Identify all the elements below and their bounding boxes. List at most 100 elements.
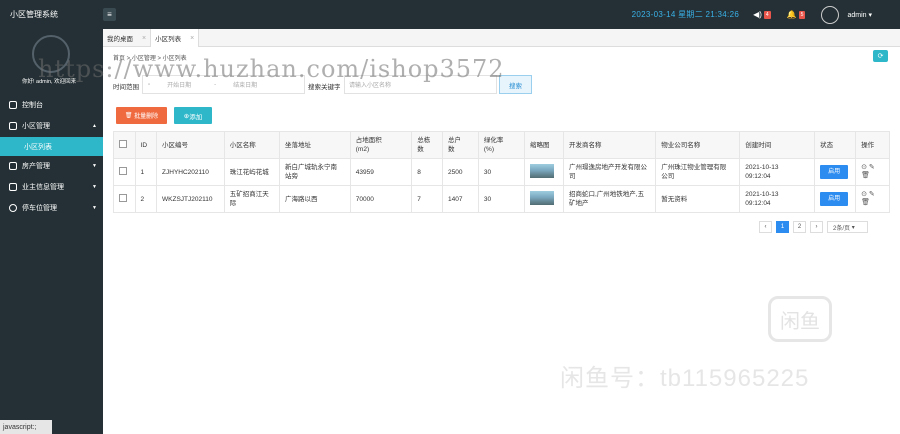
- delete-icon[interactable]: 🗑: [861, 172, 870, 179]
- cell-id: 1: [134, 158, 158, 186]
- cell-name: 五矿招商江天 际: [223, 185, 281, 213]
- sidebar-item-label: 小区管理: [22, 122, 50, 130]
- sidebar: 你好! admin, 欢迎回来 控制台 小区管理 ▲ 小区列表 房产管理 ▼ 业…: [0, 29, 103, 434]
- app-title: 小区管理系统: [10, 10, 58, 19]
- page-button-1[interactable]: 1: [776, 221, 789, 233]
- sidebar-item-label: 控制台: [22, 101, 43, 109]
- status-button[interactable]: 启用: [820, 165, 849, 179]
- page-button-2[interactable]: 2: [793, 221, 806, 233]
- next-page-button[interactable]: ›: [810, 221, 823, 233]
- prev-page-button[interactable]: ‹: [759, 221, 772, 233]
- cell-actions: ⊙ ✎ 🗑: [855, 158, 890, 186]
- thumbnail-image[interactable]: [530, 190, 554, 205]
- sidebar-item-label: 业主信息管理: [22, 183, 64, 191]
- sidebar-item-label: 小区列表: [24, 143, 52, 151]
- col-header: 小区编号: [156, 131, 225, 159]
- sidebar-item-community-list[interactable]: 小区列表: [0, 137, 103, 156]
- cell-developer: 广州璟逸房地产开发有限公司: [562, 158, 657, 186]
- cell-status: 启用: [814, 158, 857, 186]
- view-icon[interactable]: ⊙: [861, 191, 867, 198]
- home-icon: [9, 100, 17, 109]
- col-header: ID: [134, 131, 158, 159]
- pagination: ‹ 1 2 › 2条/页 ▾: [759, 221, 868, 233]
- sidebar-item-dashboard[interactable]: 控制台: [0, 94, 103, 115]
- add-button[interactable]: ⊕ 添加: [174, 107, 212, 124]
- col-header: 创建时间: [739, 131, 816, 159]
- refresh-icon: ⟳: [877, 53, 884, 60]
- cell-buildings: 8: [411, 158, 443, 186]
- cell-developer: 招商蛇口,广州地铁地产,五 矿地产: [562, 185, 657, 213]
- col-header: 操作: [855, 131, 890, 159]
- chevron-down-icon: ▼: [92, 183, 97, 190]
- cell-id: 2: [134, 185, 158, 213]
- close-icon[interactable]: ×: [142, 35, 146, 42]
- bell-button[interactable]: 🔔 5: [787, 10, 806, 19]
- table-header-row: ID 小区编号 小区名称 坐落地址 占地面积 (m2) 总栋 数 总户 数 绿化…: [113, 131, 890, 159]
- cell-area: 70000: [349, 185, 413, 213]
- cell-status: 启用: [814, 185, 857, 213]
- col-header: 占地面积 (m2): [349, 131, 413, 159]
- batch-delete-label: 批量删除: [134, 114, 159, 120]
- sidebar-item-property[interactable]: 房产管理 ▼: [0, 155, 103, 176]
- row-checkbox[interactable]: [119, 193, 127, 202]
- chevron-down-icon: ▼: [92, 204, 97, 211]
- menu-toggle-icon[interactable]: ≡: [103, 8, 116, 21]
- text-watermark: 闲鱼号：tb115965225: [560, 365, 810, 392]
- url-watermark: https://www.huzhan.com/ishop3572: [38, 55, 505, 83]
- tab-community-list[interactable]: 小区列表 ×: [151, 29, 200, 47]
- col-header: 总栋 数: [411, 131, 443, 159]
- col-header: 坐落地址: [279, 131, 351, 159]
- table-row: 1 ZJHYHC202110 珠江花屿花城 新白广城轨永宁南 站旁 43959 …: [113, 158, 890, 186]
- community-table: ID 小区编号 小区名称 坐落地址 占地面积 (m2) 总栋 数 总户 数 绿化…: [113, 131, 890, 213]
- cell-households: 1407: [442, 185, 479, 213]
- chevron-up-icon: ▲: [92, 122, 97, 129]
- cell-property: 广州珠江物业管理有限 公司: [655, 158, 741, 186]
- chevron-down-icon: ▾: [851, 224, 855, 231]
- edit-icon[interactable]: ✎: [869, 191, 875, 198]
- cell-thumbnail: [524, 158, 564, 186]
- tab-label: 我的桌面: [107, 36, 133, 43]
- thumbnail-image[interactable]: [530, 163, 554, 178]
- avatar[interactable]: [821, 5, 840, 24]
- close-icon[interactable]: ×: [190, 35, 194, 42]
- sidebar-item-owners[interactable]: 业主信息管理 ▼: [0, 176, 103, 197]
- refresh-button[interactable]: ⟳: [873, 50, 888, 62]
- folder-icon: [9, 121, 17, 130]
- view-icon[interactable]: ⊙: [861, 164, 867, 171]
- top-bar: 小区管理系统 ≡ 2023-03-14 星期二 21:34:26 ◀) 4 🔔 …: [0, 0, 900, 29]
- edit-icon[interactable]: ✎: [869, 164, 875, 171]
- sidebar-item-label: 停车位管理: [22, 204, 57, 212]
- page-size-select[interactable]: 2条/页 ▾: [827, 221, 868, 233]
- col-header: 小区名称: [223, 131, 281, 159]
- user-menu[interactable]: admin ▾: [847, 11, 872, 19]
- batch-delete-button[interactable]: 🗑 批量删除: [116, 107, 167, 124]
- user-icon: [9, 182, 17, 191]
- sidebar-item-community[interactable]: 小区管理 ▲: [0, 115, 103, 136]
- tab-desktop[interactable]: 我的桌面 ×: [103, 29, 152, 47]
- notify-badge: 4: [763, 10, 771, 19]
- select-all-checkbox[interactable]: [119, 139, 127, 148]
- header-checkbox-cell: [113, 131, 136, 159]
- building-icon: [9, 161, 17, 170]
- chevron-down-icon: ▼: [92, 162, 97, 169]
- sidebar-item-parking[interactable]: 停车位管理 ▼: [0, 197, 103, 218]
- cell-green: 30: [477, 185, 526, 213]
- col-header: 绿化率 (%): [477, 131, 526, 159]
- notify-button[interactable]: ◀) 4: [753, 10, 771, 19]
- row-checkbox[interactable]: [119, 166, 127, 175]
- table-row: 2 WKZSJTJ202110 五矿招商江天 际 广海路以西 70000 7 1…: [113, 185, 890, 213]
- browser-status-bar: javascript:;: [0, 420, 52, 434]
- logo-watermark: 闲鱼: [768, 296, 832, 342]
- datetime: 2023-03-14 星期二 21:34:26: [631, 10, 740, 19]
- tab-label: 小区列表: [155, 36, 182, 43]
- delete-icon[interactable]: 🗑: [861, 199, 870, 206]
- trash-icon: 🗑: [124, 113, 133, 119]
- cell-code: WKZSJTJ202110: [156, 185, 225, 213]
- status-button[interactable]: 启用: [820, 192, 849, 206]
- cell-buildings: 7: [411, 185, 443, 213]
- cell-area: 43959: [349, 158, 413, 186]
- cell-green: 30: [477, 158, 526, 186]
- cell-created: 2021-10-13 09:12:04: [739, 185, 816, 213]
- col-header: 缩略图: [524, 131, 564, 159]
- cell-address: 广海路以西: [279, 185, 351, 213]
